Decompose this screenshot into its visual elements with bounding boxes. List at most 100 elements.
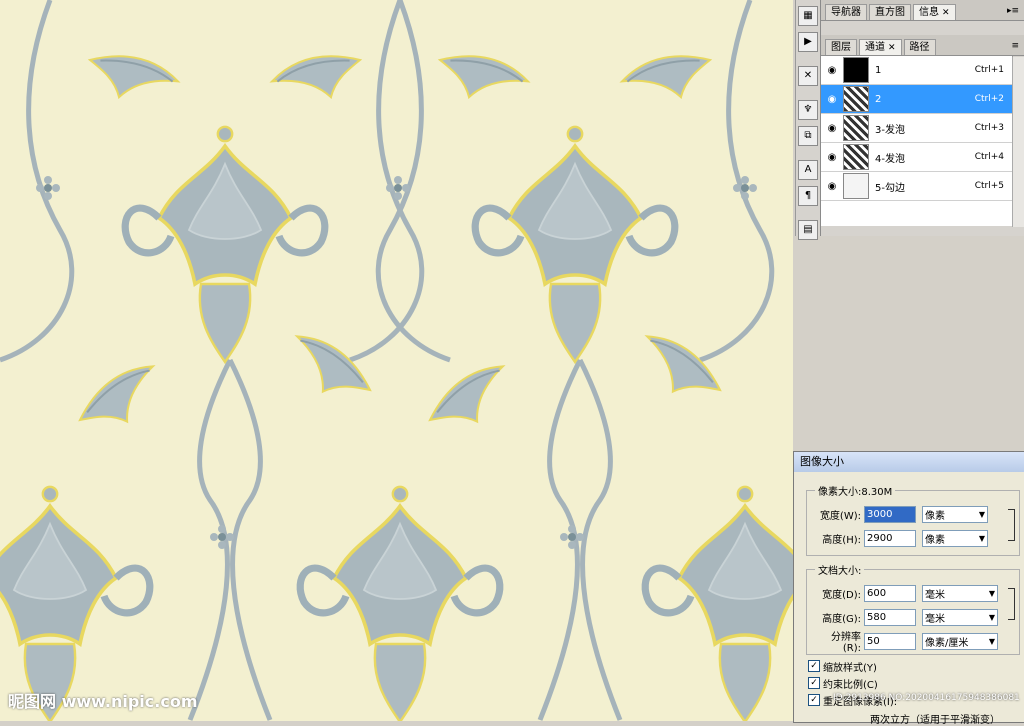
visibility-eye-icon[interactable]: ◉ [825, 181, 839, 192]
watermark-id: ID:2913986 NO:20200416175948386081 [833, 693, 1020, 703]
doc-height-unit-select[interactable]: 毫米 ▼ [922, 608, 998, 626]
resolution-row: 分辨率(R): 像素/厘米 ▼ [815, 632, 998, 654]
navigator-icon[interactable]: ▦ [798, 6, 818, 26]
checkbox-checked-icon: ✓ [808, 660, 820, 672]
channel-thumbnail [843, 57, 869, 83]
paragraph-icon[interactable]: ¶ [798, 186, 818, 206]
doc-width-unit-value: 毫米 [925, 589, 945, 601]
pixel-height-unit-select[interactable]: 像素 ▼ [922, 529, 988, 547]
pixel-height-input[interactable] [864, 529, 916, 547]
panel-tabs-top: 导航器 直方图 信息 ✕ ▸≡ [821, 0, 1024, 21]
channel-shortcut: Ctrl+3 [974, 123, 1004, 133]
tab-channels-label: 通道 [865, 42, 885, 53]
pixel-width-unit-select[interactable]: 像素 ▼ [922, 505, 988, 523]
close-icon[interactable]: ✕ [888, 43, 896, 53]
width-unit-value: 像素 [925, 510, 945, 522]
image-size-dialog: 图像大小 像素大小:8.30M 宽度(W): 像素 ▼ 高度(H): 像素 ▼ 文档… [793, 451, 1024, 726]
panel-icon-strip: ▦ ▶ ✕ ♆ ⧉ A ¶ ▤ [795, 0, 821, 240]
scale-styles-label: 缩放样式(Y) [823, 662, 877, 674]
pixel-width-row: 宽度(W): 像素 ▼ [815, 505, 988, 523]
doc-width-input[interactable] [864, 584, 916, 602]
channel-thumbnail [843, 173, 869, 199]
doc-height-label: 高度(G): [822, 613, 861, 625]
channel-row[interactable]: ◉ 2 Ctrl+2 [821, 85, 1012, 114]
doc-height-row: 高度(G): 毫米 ▼ [815, 608, 998, 626]
doc-height-unit-value: 毫米 [925, 613, 945, 625]
chevron-down-icon: ▼ [988, 612, 995, 622]
brush-icon[interactable]: ♆ [798, 100, 818, 120]
width-label: 宽度(W): [819, 510, 861, 522]
dialog-title: 图像大小 [794, 452, 1024, 472]
panel-menu-icon[interactable]: ≡ [1011, 37, 1019, 55]
channels-list: ◉ 1 Ctrl+1 ◉ 2 Ctrl+2 ◉ 3-发泡 Ctrl+3 ◉ 4-… [821, 56, 1013, 226]
tab-navigator[interactable]: 导航器 [825, 4, 867, 20]
tab-channels[interactable]: 通道 ✕ [859, 39, 902, 55]
notes-icon[interactable]: ▤ [798, 220, 818, 240]
chevron-down-icon: ▼ [988, 636, 995, 646]
visibility-eye-icon[interactable]: ◉ [825, 65, 839, 76]
tools-icon[interactable]: ✕ [798, 66, 818, 86]
resample-method-select[interactable]: 两次立方（适用于平滑渐变） [870, 711, 1000, 726]
resolution-unit-select[interactable]: 像素/厘米 ▼ [922, 632, 998, 650]
panel-dock: 导航器 直方图 信息 ✕ ▸≡ 图层 通道 ✕ 路径 ≡ ◉ 1 Ctrl+1 ◉ … [820, 0, 1024, 236]
channel-thumbnail [843, 115, 869, 141]
scale-styles-checkbox[interactable]: ✓ 缩放样式(Y) [808, 659, 877, 674]
channel-name: 2 [875, 93, 882, 105]
tab-paths[interactable]: 路径 [903, 39, 936, 55]
channel-thumbnail [843, 144, 869, 170]
damask-pattern [0, 0, 793, 721]
doc-height-input[interactable] [864, 608, 916, 626]
panel-menu-icon[interactable]: ▸≡ [1007, 2, 1019, 20]
height-unit-value: 像素 [925, 534, 945, 546]
collapsed-panel-area [821, 21, 1024, 35]
tab-layers[interactable]: 图层 [825, 39, 857, 55]
pixel-size-label: 像素大小:8.30M [815, 483, 896, 498]
visibility-eye-icon[interactable]: ◉ [825, 94, 839, 105]
channel-row[interactable]: ◉ 1 Ctrl+1 [821, 56, 1012, 85]
clone-source-icon[interactable]: ⧉ [798, 126, 818, 146]
resolution-unit-value: 像素/厘米 [925, 637, 969, 649]
channel-name: 1 [875, 64, 882, 76]
visibility-eye-icon[interactable]: ◉ [825, 123, 839, 134]
channel-name: 3-发泡 [875, 124, 905, 136]
channel-shortcut: Ctrl+1 [974, 65, 1004, 75]
chevron-down-icon: ▼ [978, 509, 985, 519]
tab-histogram[interactable]: 直方图 [869, 4, 911, 20]
doc-size-label: 文档大小: [815, 562, 865, 577]
constrain-proportions-checkbox[interactable]: ✓ 约束比例(C) [808, 676, 878, 691]
channel-name: 4-发泡 [875, 153, 905, 165]
pixel-height-row: 高度(H): 像素 ▼ [815, 529, 988, 547]
character-icon[interactable]: A [798, 160, 818, 180]
doc-width-unit-select[interactable]: 毫米 ▼ [922, 584, 998, 602]
height-label: 高度(H): [822, 534, 861, 546]
tab-info-label: 信息 [919, 7, 939, 18]
channel-row[interactable]: ◉ 3-发泡 Ctrl+3 [821, 114, 1012, 143]
checkbox-checked-icon: ✓ [808, 694, 820, 706]
chevron-down-icon: ▼ [988, 588, 995, 598]
doc-width-label: 宽度(D): [822, 589, 861, 601]
channel-row[interactable]: ◉ 5-勾边 Ctrl+5 [821, 172, 1012, 201]
constrain-link-icon [1008, 588, 1015, 620]
resolution-input[interactable] [864, 632, 916, 650]
channel-shortcut: Ctrl+2 [974, 94, 1004, 104]
channel-thumbnail [843, 86, 869, 112]
document-size-group: 文档大小: 宽度(D): 毫米 ▼ 高度(G): 毫米 ▼ 分辨率(R): 像素/厘… [806, 562, 1020, 655]
actions-play-icon[interactable]: ▶ [798, 32, 818, 52]
doc-width-row: 宽度(D): 毫米 ▼ [815, 584, 998, 602]
channels-scrollbar[interactable] [1012, 57, 1024, 227]
close-icon[interactable]: ✕ [942, 8, 950, 18]
checkbox-checked-icon: ✓ [808, 677, 820, 689]
pixel-dimensions-group: 像素大小:8.30M 宽度(W): 像素 ▼ 高度(H): 像素 ▼ [806, 483, 1020, 556]
channel-row[interactable]: ◉ 4-发泡 Ctrl+4 [821, 143, 1012, 172]
constrain-link-icon [1008, 509, 1015, 541]
channel-shortcut: Ctrl+4 [974, 152, 1004, 162]
constrain-label: 约束比例(C) [823, 679, 878, 691]
resolution-label: 分辨率(R): [831, 632, 861, 654]
pixel-width-input[interactable] [864, 505, 916, 523]
image-canvas[interactable]: 昵图网 www.nipic.com [0, 0, 793, 721]
watermark-brand: 昵图网 www.nipic.com [8, 692, 198, 711]
chevron-down-icon: ▼ [978, 533, 985, 543]
visibility-eye-icon[interactable]: ◉ [825, 152, 839, 163]
tab-info[interactable]: 信息 ✕ [913, 4, 956, 20]
channel-name: 5-勾边 [875, 182, 905, 194]
